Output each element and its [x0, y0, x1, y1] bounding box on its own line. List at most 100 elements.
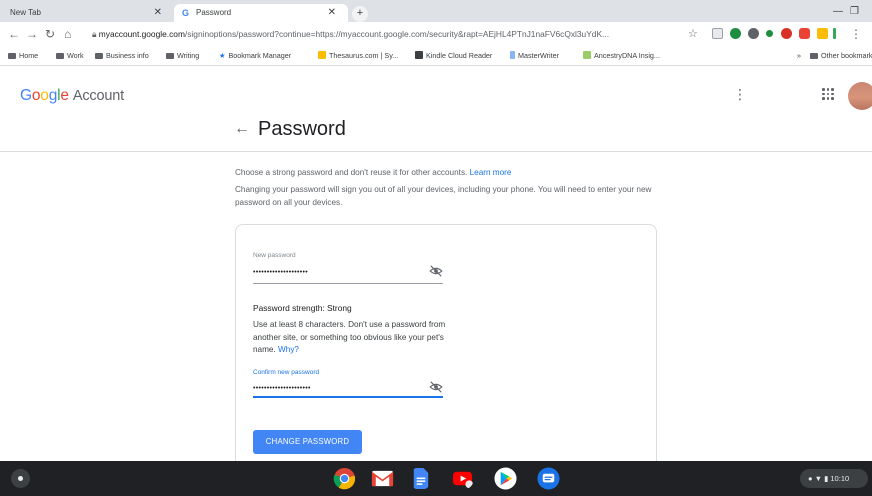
minimize-icon[interactable]: —	[833, 6, 843, 17]
battery-icon: ▮	[824, 474, 829, 483]
kindle-icon	[415, 51, 423, 59]
tab-strip: New Tab ✕ G Password ✕ + — ❐	[0, 0, 872, 22]
bookmark-manager[interactable]: ★ Bookmark Manager	[219, 46, 291, 66]
back-arrow-icon[interactable]: ←	[234, 120, 250, 138]
extension-bar-icon[interactable]	[833, 28, 836, 39]
reload-icon[interactable]: ↻	[45, 26, 55, 42]
folder-icon	[8, 53, 16, 59]
password-strength: Password strength: Strong	[253, 303, 352, 313]
folder-icon	[95, 53, 103, 59]
confirm-password-input[interactable]: •••••••••••••••••••••	[253, 385, 311, 392]
google-apps-icon[interactable]	[822, 88, 834, 100]
url-path: /signinoptions/password?continue=https:/…	[184, 29, 610, 39]
address-bar[interactable]: 🔒︎ myaccount.google.com/signinoptions/pa…	[92, 25, 692, 43]
google-account-logo[interactable]: Google Account	[20, 87, 124, 105]
bookmark-label: Bookmark Manager	[228, 51, 292, 60]
tab-password[interactable]: G Password ✕	[174, 4, 348, 22]
notification-icon: ●	[808, 474, 813, 483]
docs-icon[interactable]	[409, 467, 432, 490]
avatar[interactable]	[848, 82, 872, 110]
close-tab-icon[interactable]: ✕	[154, 4, 162, 22]
tab-new-tab[interactable]: New Tab ✕	[0, 4, 174, 22]
bookmarks-bar: Home Work Business info Writing ★ Bookmar…	[0, 46, 872, 66]
page-title: Password	[258, 118, 346, 140]
google-logo: Google	[20, 87, 69, 104]
folder-icon	[810, 53, 818, 59]
intro-text: Choose a strong password and don't reuse…	[235, 168, 468, 177]
more-options-icon[interactable]: ⋮	[733, 86, 747, 103]
new-password-underline	[253, 283, 443, 284]
learn-more-link[interactable]: Learn more	[470, 168, 512, 177]
strength-value: Strong	[327, 303, 352, 313]
bookmark-thesaurus[interactable]: Thesaurus.com | Sy...	[318, 46, 398, 66]
browser-chrome: New Tab ✕ G Password ✕ + — ❐ ← → ↻ ⌂ 🔒︎ …	[0, 0, 872, 66]
bookmark-work[interactable]: Work	[56, 46, 84, 66]
bookmark-label: Thesaurus.com | Sy...	[329, 51, 399, 60]
chrome-icon[interactable]	[333, 467, 356, 490]
bookmarks-overflow-button[interactable]: »	[797, 46, 801, 66]
password-hint: Use at least 8 characters. Don't use a p…	[253, 319, 453, 357]
thesaurus-icon	[318, 51, 326, 59]
home-icon[interactable]: ⌂	[64, 26, 71, 42]
messages-icon[interactable]	[537, 467, 560, 490]
page-header: ← Password	[0, 110, 872, 152]
bookmark-label: Work	[67, 51, 84, 60]
bookmark-label: Business info	[106, 51, 149, 60]
bookmark-star-icon[interactable]: ☆	[688, 26, 698, 42]
bookmark-masterwriter[interactable]: MasterWriter	[510, 46, 559, 66]
extension-opera-icon[interactable]	[781, 28, 792, 39]
extension-doc-icon[interactable]	[712, 28, 723, 39]
extension-grammarly-icon[interactable]	[730, 28, 741, 39]
bookmark-ancestrydna[interactable]: AncestryDNA Insig...	[583, 46, 660, 66]
extension-thumb-icon[interactable]	[817, 28, 828, 39]
launcher-button[interactable]	[11, 469, 30, 488]
maximize-icon[interactable]: ❐	[850, 6, 859, 17]
tab-title: Password	[196, 8, 232, 17]
clock: 10:10	[830, 474, 850, 483]
play-store-icon[interactable]	[494, 467, 517, 490]
folder-icon	[56, 53, 64, 59]
bookmark-label: Other bookmarks	[821, 51, 872, 60]
bookmark-label: Kindle Cloud Reader	[426, 51, 493, 60]
bookmark-home[interactable]: Home	[8, 46, 38, 66]
hide-password-icon[interactable]	[429, 381, 443, 393]
youtube-icon[interactable]	[451, 467, 474, 490]
hide-password-icon[interactable]	[429, 265, 443, 277]
password-form-card: New password •••••••••••••••••••• Passwo…	[235, 224, 657, 474]
tab-title: New Tab	[10, 8, 41, 17]
extension-pocket-icon[interactable]	[799, 28, 810, 39]
bookmark-other[interactable]: Other bookmarks	[810, 46, 872, 66]
bookmark-label: Writing	[177, 51, 200, 60]
confirm-password-underline	[253, 396, 443, 398]
chromeos-shelf: ● ▼ ▮ 10:10	[0, 461, 872, 496]
extension-settings-icon[interactable]	[748, 28, 759, 39]
gmail-icon[interactable]	[371, 467, 394, 490]
status-tray[interactable]: ● ▼ ▮ 10:10	[800, 469, 868, 488]
star-icon: ★	[219, 51, 226, 60]
strength-label: Password strength:	[253, 303, 325, 313]
new-password-label: New password	[253, 252, 296, 259]
bookmark-writing[interactable]: Writing	[166, 46, 199, 66]
google-favicon-icon: G	[182, 8, 190, 18]
new-password-input[interactable]: ••••••••••••••••••••	[253, 269, 308, 276]
extension-dot-icon[interactable]	[766, 30, 773, 37]
bookmark-kindle[interactable]: Kindle Cloud Reader	[415, 46, 492, 66]
back-arrow-icon[interactable]: ←	[8, 26, 20, 42]
lock-icon: 🔒︎	[92, 29, 97, 39]
launcher-icon	[18, 476, 23, 481]
new-tab-button[interactable]: +	[352, 6, 368, 22]
bookmark-label: AncestryDNA Insig...	[594, 51, 660, 60]
masterwriter-icon	[510, 51, 515, 59]
account-wordmark: Account	[72, 88, 124, 104]
bookmark-business-info[interactable]: Business info	[95, 46, 149, 66]
change-password-button[interactable]: CHANGE PASSWORD	[253, 430, 362, 454]
folder-icon	[166, 53, 174, 59]
close-tab-icon[interactable]: ✕	[328, 4, 336, 22]
why-link[interactable]: Why?	[278, 345, 299, 354]
toolbar: ← → ↻ ⌂ 🔒︎ myaccount.google.com/signinop…	[0, 22, 872, 46]
ancestry-icon	[583, 51, 591, 59]
account-header: Google Account ⋮	[0, 80, 872, 110]
menu-kebab-icon[interactable]: ⋮	[850, 26, 862, 42]
warning-text: Changing your password will sign you out…	[235, 185, 652, 207]
forward-arrow-icon[interactable]: →	[26, 26, 38, 42]
